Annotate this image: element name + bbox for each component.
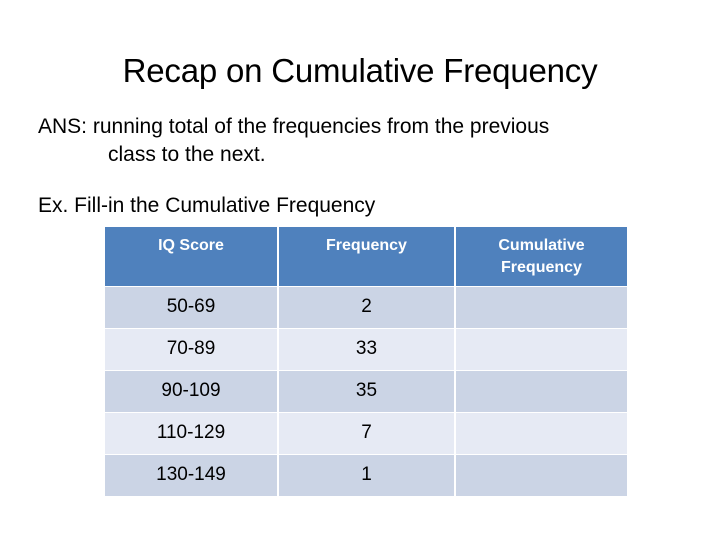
table-row: 110-129 7 — [105, 413, 627, 454]
cell-frequency: 35 — [279, 371, 454, 412]
cell-frequency: 1 — [279, 455, 454, 496]
column-header-frequency: Frequency — [279, 227, 454, 286]
table-header-row: IQ Score Frequency Cumulative Frequency — [105, 227, 627, 286]
cell-frequency: 7 — [279, 413, 454, 454]
table-row: 90-109 35 — [105, 371, 627, 412]
column-header-cumulative-line-1: Cumulative — [498, 237, 585, 254]
cell-iq-score: 70-89 — [105, 329, 277, 370]
column-header-cumulative-frequency: Cumulative Frequency — [456, 227, 627, 286]
answer-text: ANS: running total of the frequencies fr… — [38, 113, 688, 169]
cell-cumulative-frequency[interactable] — [456, 371, 627, 412]
cumulative-frequency-table: IQ Score Frequency Cumulative Frequency … — [103, 226, 629, 497]
answer-line-2: class to the next. — [108, 143, 266, 166]
answer-paragraph: ANS: running total of the frequencies fr… — [38, 92, 688, 190]
cell-cumulative-frequency[interactable] — [456, 413, 627, 454]
table-row: 130-149 1 — [105, 455, 627, 496]
cell-frequency: 33 — [279, 329, 454, 370]
cell-iq-score: 90-109 — [105, 371, 277, 412]
table-row: 70-89 33 — [105, 329, 627, 370]
page-title: Recap on Cumulative Frequency — [122, 52, 598, 90]
cell-iq-score: 110-129 — [105, 413, 277, 454]
example-prompt: Ex. Fill-in the Cumulative Frequency — [38, 194, 376, 217]
column-header-cumulative-line-2: Frequency — [501, 259, 582, 276]
cell-cumulative-frequency[interactable] — [456, 329, 627, 370]
cell-frequency: 2 — [279, 287, 454, 328]
answer-line-1: ANS: running total of the frequencies fr… — [38, 115, 550, 138]
table-body: 50-69 2 70-89 33 90-109 35 110-129 7 130… — [105, 287, 627, 496]
table-header: IQ Score Frequency Cumulative Frequency — [105, 227, 627, 286]
cell-cumulative-frequency[interactable] — [456, 287, 627, 328]
table-row: 50-69 2 — [105, 287, 627, 328]
cell-iq-score: 130-149 — [105, 455, 277, 496]
cell-cumulative-frequency[interactable] — [456, 455, 627, 496]
column-header-iq-score: IQ Score — [105, 227, 277, 286]
slide: Recap on Cumulative Frequency ANS: runni… — [0, 0, 720, 540]
cell-iq-score: 50-69 — [105, 287, 277, 328]
